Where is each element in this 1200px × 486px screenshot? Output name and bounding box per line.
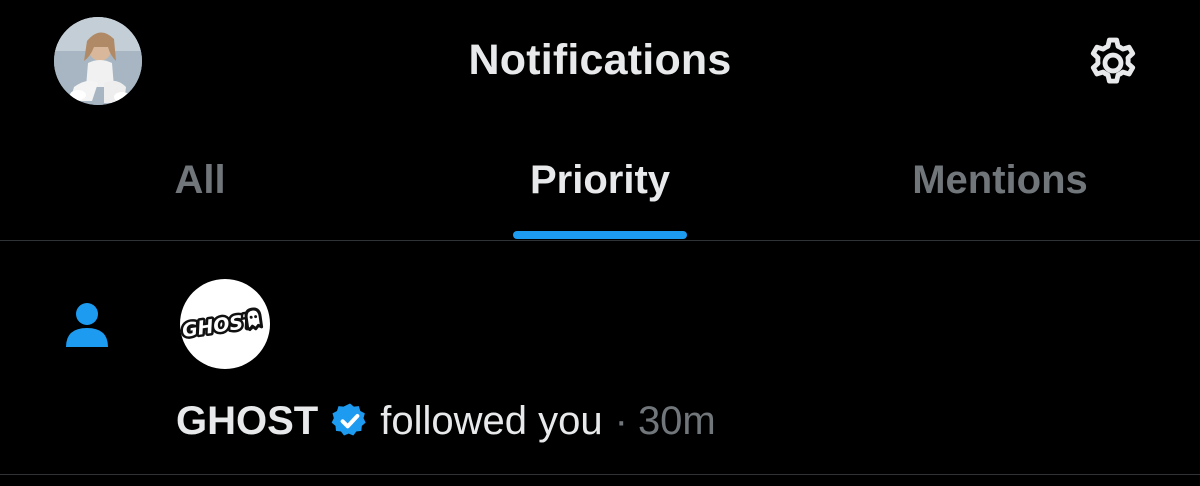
- item-divider: [0, 474, 1200, 475]
- notification-tabs: All Priority Mentions: [0, 122, 1200, 240]
- gear-icon[interactable]: [1084, 34, 1142, 92]
- tab-label: Mentions: [912, 158, 1088, 202]
- action-text: followed you: [380, 399, 603, 443]
- timestamp: 30m: [637, 399, 716, 443]
- person-icon: [66, 303, 108, 347]
- tab-mentions[interactable]: Mentions: [800, 122, 1200, 240]
- ghost-avatar[interactable]: GHOST: [178, 279, 270, 369]
- tab-label: Priority: [529, 158, 671, 202]
- notification-text: GHOST followed you · 30m: [176, 398, 716, 444]
- actor-name[interactable]: GHOST: [176, 398, 318, 444]
- separator-dot: ·: [614, 399, 628, 443]
- tab-label: All: [174, 158, 226, 202]
- active-tab-indicator: [513, 231, 687, 239]
- verified-badge-icon: [331, 403, 366, 436]
- tab-priority[interactable]: Priority: [400, 122, 800, 240]
- page-title: Notifications: [468, 36, 732, 84]
- top-bar: Notifications: [0, 0, 1200, 122]
- tab-all[interactable]: All: [0, 122, 400, 240]
